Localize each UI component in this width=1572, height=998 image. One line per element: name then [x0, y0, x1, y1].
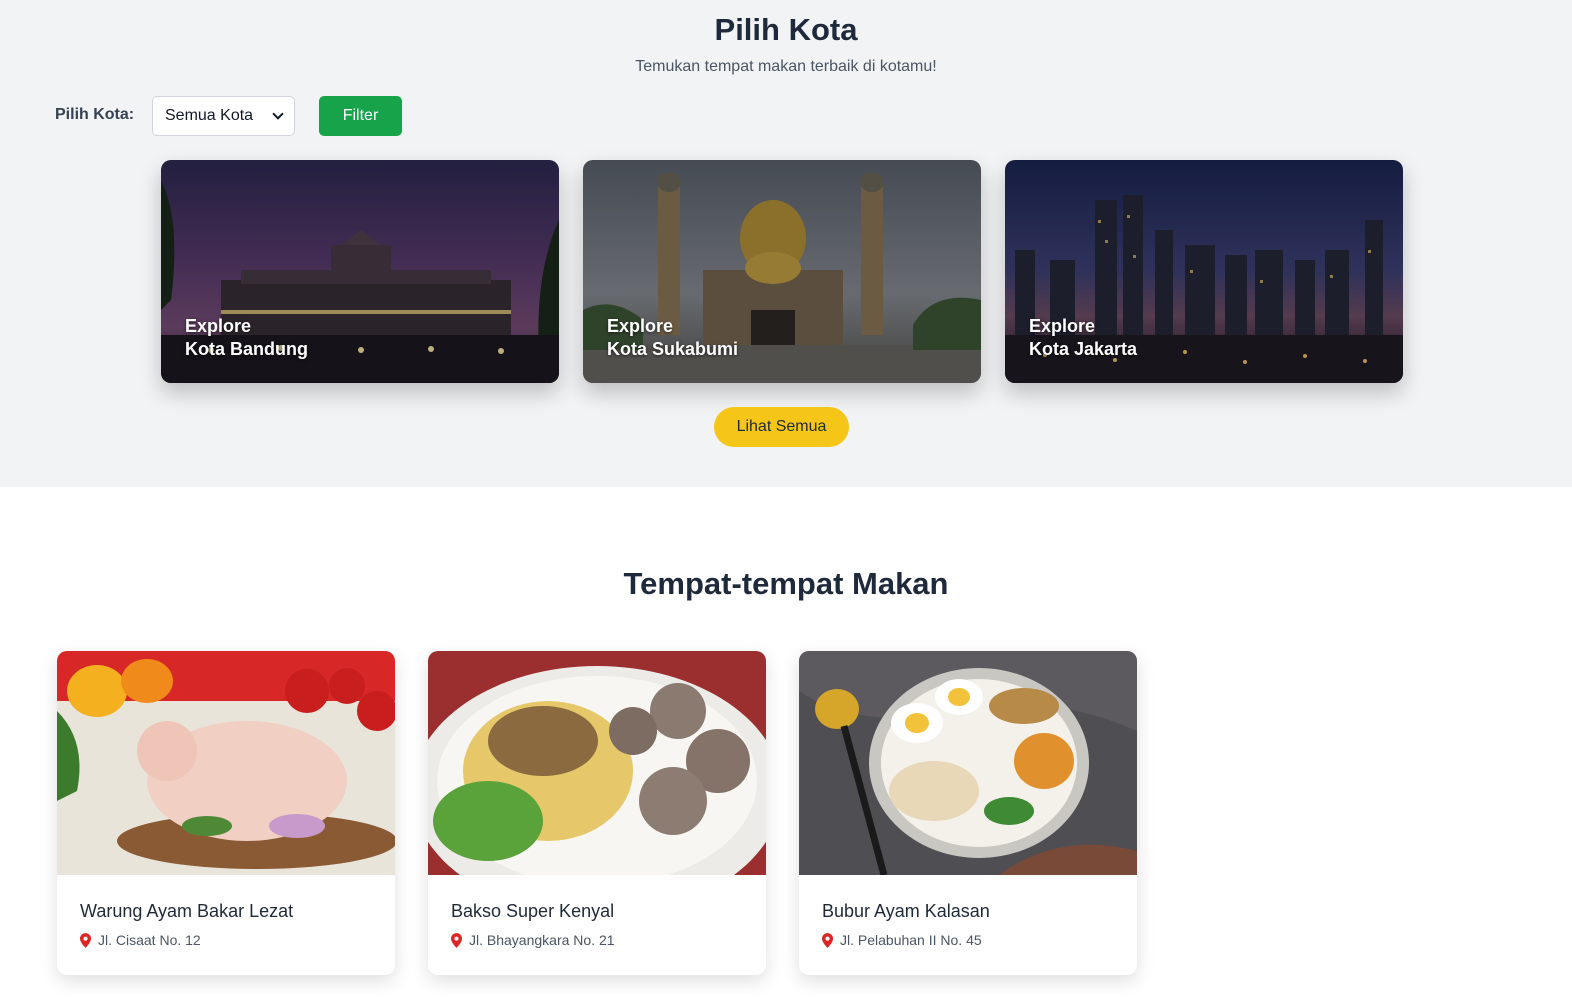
restaurant-address: Jl. Cisaat No. 12 — [80, 932, 201, 948]
map-pin-icon — [451, 932, 462, 948]
city-card-bandung[interactable]: Explore Kota Bandung — [161, 160, 559, 383]
restaurant-address: Jl. Pelabuhan II No. 45 — [822, 932, 982, 948]
restaurant-name: Bakso Super Kenyal — [451, 901, 615, 921]
restaurant-image-bubur — [799, 651, 1137, 875]
restaurant-card[interactable]: Bakso Super Kenyal Jl. Bhayangkara No. 2… — [428, 651, 766, 975]
city-card-jakarta[interactable]: Explore Kota Jakarta — [1005, 160, 1403, 383]
restaurant-address: Jl. Bhayangkara No. 21 — [451, 932, 615, 948]
city-card-label: Explore Kota Sukabumi — [607, 316, 739, 359]
city-select-value: Semua Kota — [165, 107, 254, 124]
map-pin-icon — [80, 932, 91, 948]
chevron-down-icon — [272, 107, 284, 120]
page-subtitle: Temukan tempat makan terbaik di kotamu! — [635, 58, 937, 75]
see-all-button[interactable]: Lihat Semua — [714, 407, 849, 447]
city-card-sukabumi[interactable]: Explore Kota Sukabumi — [583, 160, 981, 383]
page-title: Pilih Kota — [714, 12, 858, 47]
city-card-label: Explore Kota Jakarta — [1029, 316, 1138, 359]
restaurant-card[interactable]: Warung Ayam Bakar Lezat Jl. Cisaat No. 1… — [57, 651, 395, 975]
restaurant-name: Bubur Ayam Kalasan — [822, 901, 990, 921]
city-card-label: Explore Kota Bandung — [185, 316, 308, 359]
restaurants-section-title: Tempat-tempat Makan — [623, 566, 949, 601]
restaurant-name: Warung Ayam Bakar Lezat — [80, 901, 294, 921]
city-picker-section: Pilih Kota Temukan tempat makan terbaik … — [0, 0, 1572, 487]
map-pin-icon — [822, 932, 833, 948]
city-select[interactable]: Semua Kota — [152, 96, 295, 136]
restaurant-image-ayam — [57, 651, 395, 875]
restaurant-card[interactable]: Bubur Ayam Kalasan Jl. Pelabuhan II No. … — [799, 651, 1137, 975]
restaurant-image-bakso — [428, 651, 766, 875]
filter-button[interactable]: Filter — [319, 96, 402, 136]
city-filter-label: Pilih Kota: — [55, 106, 135, 123]
